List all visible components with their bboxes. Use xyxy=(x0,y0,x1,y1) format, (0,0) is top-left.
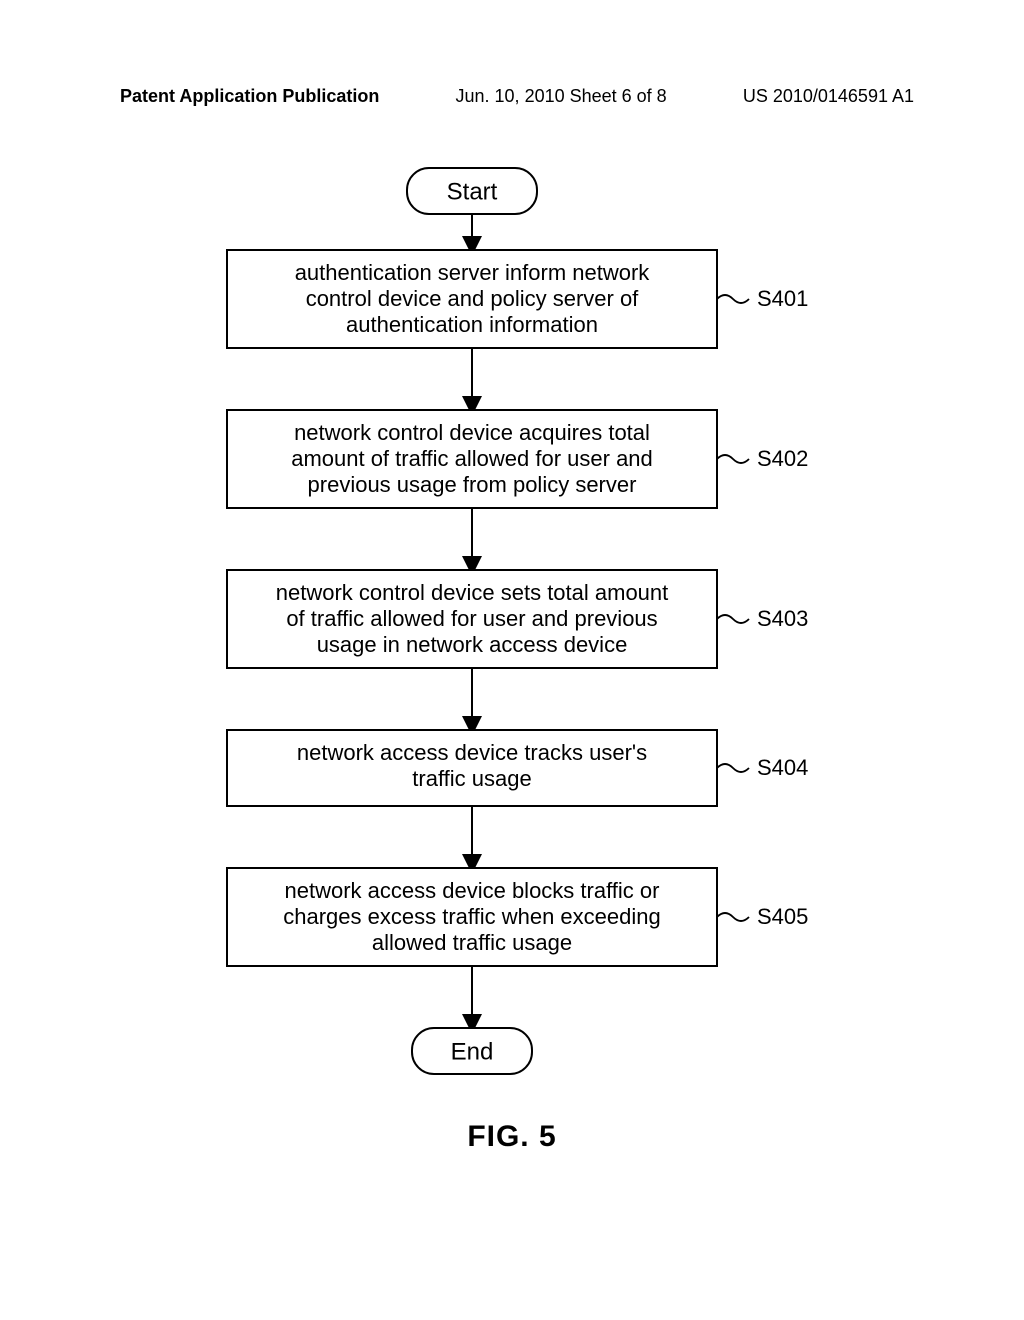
step-text: authentication server inform network xyxy=(295,260,651,285)
step-text: network control device acquires total xyxy=(294,420,650,445)
header-mid: Jun. 10, 2010 Sheet 6 of 8 xyxy=(456,86,667,107)
step-id: S401 xyxy=(757,286,808,311)
step-s404: network access device tracks user's traf… xyxy=(227,730,808,806)
step-id: S402 xyxy=(757,446,808,471)
step-text: network access device tracks user's xyxy=(297,740,647,765)
step-text: previous usage from policy server xyxy=(308,472,637,497)
step-s401: authentication server inform network con… xyxy=(227,250,808,348)
step-text: network access device blocks traffic or xyxy=(285,878,660,903)
figure-label: FIG. 5 xyxy=(0,1120,1024,1154)
terminator-start: Start xyxy=(407,168,537,214)
header-left: Patent Application Publication xyxy=(120,86,379,107)
connector-tilde xyxy=(717,615,749,623)
step-id: S405 xyxy=(757,904,808,929)
terminator-end: End xyxy=(412,1028,532,1074)
step-s402: network control device acquires total am… xyxy=(227,410,808,508)
connector-tilde xyxy=(717,455,749,463)
connector-tilde xyxy=(717,295,749,303)
step-text: allowed traffic usage xyxy=(372,930,572,955)
step-s403: network control device sets total amount… xyxy=(227,570,808,668)
step-text: of traffic allowed for user and previous xyxy=(286,606,657,631)
connector-tilde xyxy=(717,764,749,772)
page-header: Patent Application Publication Jun. 10, … xyxy=(0,86,1024,107)
step-text: usage in network access device xyxy=(317,632,628,657)
terminator-end-label: End xyxy=(451,1038,494,1065)
step-text: network control device sets total amount xyxy=(276,580,669,605)
connector-tilde xyxy=(717,913,749,921)
step-s405: network access device blocks traffic or … xyxy=(227,868,808,966)
step-text: authentication information xyxy=(346,312,598,337)
step-text: charges excess traffic when exceeding xyxy=(283,904,660,929)
step-text: traffic usage xyxy=(412,766,531,791)
step-id: S404 xyxy=(757,755,808,780)
header-right: US 2010/0146591 A1 xyxy=(743,86,914,107)
terminator-start-label: Start xyxy=(447,178,498,205)
step-text: amount of traffic allowed for user and xyxy=(291,446,653,471)
step-id: S403 xyxy=(757,606,808,631)
step-text: control device and policy server of xyxy=(306,286,639,311)
